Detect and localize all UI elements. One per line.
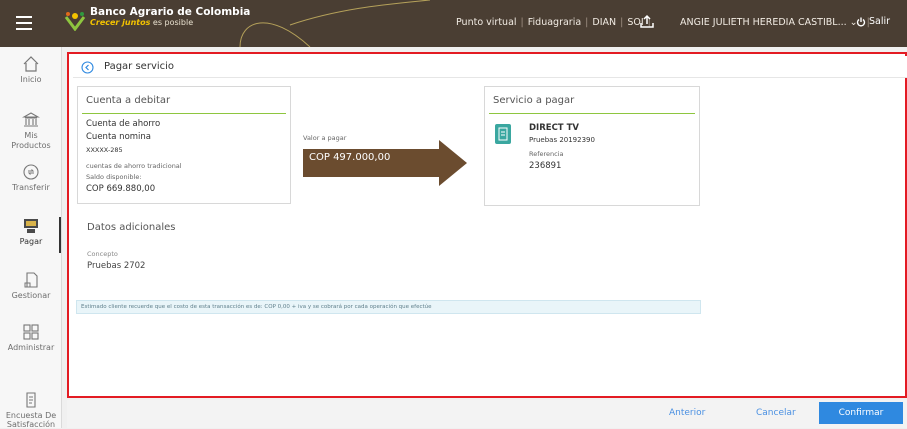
sidebar: Inicio Mis Productos Transferir Pagar Ge…: [0, 47, 62, 429]
confirm-button[interactable]: Confirmar: [819, 402, 903, 424]
service-title: Servicio a pagar: [493, 95, 575, 106]
balance-value: COP 669.880,00: [86, 184, 156, 194]
sidebar-item-encuesta[interactable]: Encuesta De Satisfacción: [0, 391, 62, 429]
invoice-icon: [495, 124, 511, 144]
previous-button[interactable]: Anterior: [669, 408, 705, 418]
menu-icon[interactable]: [16, 16, 32, 30]
page-title: Pagar servicio: [104, 61, 175, 72]
grid-icon: [23, 324, 39, 340]
active-indicator: [59, 217, 61, 253]
debit-account-card: Cuenta a debitar Cuenta de ahorro Cuenta…: [77, 86, 291, 204]
transfer-icon: [23, 164, 39, 180]
payment-amount: COP 497.000,00: [309, 152, 391, 163]
service-detail: Pruebas 20192390: [529, 136, 595, 144]
arrow-right-icon: [303, 140, 467, 186]
upload-icon[interactable]: [640, 14, 654, 28]
home-icon: [23, 56, 39, 72]
card-divider: [82, 113, 286, 114]
reference-label: Referencia: [529, 150, 564, 158]
sidebar-item-inicio[interactable]: Inicio: [0, 55, 62, 84]
top-bar: Banco Agrario de Colombia Crecer juntos …: [0, 0, 907, 47]
main-content: Pagar servicio Cuenta a debitar Cuenta d…: [67, 52, 907, 398]
link-fiduagraria[interactable]: Fiduagraria: [528, 17, 581, 28]
account-type: Cuenta de ahorro: [86, 119, 161, 129]
reference-value: 236891: [529, 161, 562, 171]
debit-account-title: Cuenta a debitar: [86, 95, 171, 106]
cost-notice: Estimado cliente recuerde que el costo d…: [76, 300, 701, 314]
user-name: ANGIE JULIETH HEREDIA CASTIBL...: [680, 17, 847, 28]
logout-button[interactable]: Salir: [856, 16, 890, 27]
footer-actions: Anterior Cancelar Confirmar: [67, 400, 907, 428]
user-menu[interactable]: ANGIE JULIETH HEREDIA CASTIBL... ⌄ |: [680, 17, 870, 28]
account-number: XXXXX-285: [86, 146, 123, 154]
survey-icon: [26, 392, 36, 408]
link-dian[interactable]: DIAN: [592, 17, 616, 28]
bank-icon: [22, 112, 40, 127]
manage-icon: [24, 272, 38, 288]
concept-value: Pruebas 2702: [87, 261, 146, 271]
additional-data-title: Datos adicionales: [87, 222, 176, 233]
balance-label: Saldo disponible:: [86, 173, 142, 181]
account-name: Cuenta nomina: [86, 132, 152, 142]
account-description: cuentas de ahorro tradicional: [86, 162, 182, 170]
concept-label: Concepto: [87, 250, 118, 258]
pay-icon: [24, 219, 38, 233]
power-icon: [856, 17, 866, 27]
sidebar-item-administrar[interactable]: Administrar: [0, 323, 62, 352]
back-icon[interactable]: [81, 61, 94, 74]
cancel-button[interactable]: Cancelar: [756, 408, 796, 418]
logout-label: Salir: [869, 16, 891, 27]
card-divider: [489, 113, 695, 114]
sidebar-item-mis-productos[interactable]: Mis Productos: [0, 111, 62, 151]
service-card: Servicio a pagar DIRECT TV Pruebas 20192…: [484, 86, 700, 206]
sidebar-item-pagar[interactable]: Pagar: [0, 217, 62, 246]
link-punto-virtual[interactable]: Punto virtual: [456, 17, 517, 28]
sidebar-item-transferir[interactable]: Transferir: [0, 163, 62, 192]
sidebar-item-gestionar[interactable]: Gestionar: [0, 271, 62, 300]
bank-logo-icon: [64, 12, 86, 31]
top-links: Punto virtual | Fiduagraria | DIAN | SOI |: [456, 17, 651, 28]
page-header: Pagar servicio: [73, 56, 907, 78]
service-name: DIRECT TV: [529, 123, 579, 133]
decorative-arc: [239, 0, 430, 47]
